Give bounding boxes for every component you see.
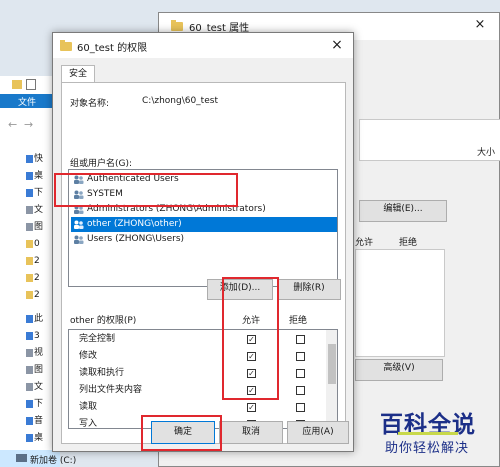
user-row[interactable]: Authenticated Users: [71, 172, 337, 187]
cancel-button[interactable]: 取消: [219, 421, 283, 444]
explorer-window: 文件 ← → 快桌下文图0222此3视图文下音桌 新加卷 (C:): [0, 76, 76, 467]
folder-icon: [26, 240, 33, 248]
folder-icon: [26, 257, 33, 265]
back-arrow-icon[interactable]: ←: [8, 118, 17, 131]
computer-icon: [26, 315, 33, 323]
document-icon: [26, 383, 33, 391]
group-label: 组或用户名(G):: [70, 159, 133, 169]
allow-checkbox[interactable]: ✓: [247, 335, 256, 344]
watermark-bar: [398, 432, 458, 435]
object-name-value: C:\zhong\60_test: [142, 96, 218, 106]
user-name: SYSTEM: [87, 189, 123, 199]
checklist-icon[interactable]: [26, 79, 36, 90]
folder-icon: [171, 20, 183, 31]
permissions-list: 写入✓读取✓列出文件夹内容✓读取和执行✓修改✓完全控制✓: [68, 329, 338, 429]
watermark-sub: 助你轻松解决: [385, 441, 470, 456]
drive-label: 新加卷 (C:): [30, 456, 77, 466]
allow-checkbox[interactable]: ✓: [247, 403, 256, 412]
drive-icon: [16, 454, 27, 462]
deny-checkbox[interactable]: [296, 352, 305, 361]
desktop-icon: [26, 172, 33, 180]
user-group-icon: [73, 205, 84, 214]
star-icon: [26, 155, 33, 163]
user-group-icon: [73, 235, 84, 244]
music-icon: [26, 417, 33, 425]
user-name: other (ZHONG\other): [87, 219, 182, 229]
allow-checkbox[interactable]: ✓: [247, 352, 256, 361]
forward-arrow-icon[interactable]: →: [24, 118, 33, 131]
permission-name: 读取: [79, 402, 98, 412]
object-name-label: 对象名称:: [70, 99, 110, 109]
user-row[interactable]: other (ZHONG\other): [71, 217, 337, 232]
user-name: Administrators (ZHONG\Administrators): [87, 204, 266, 214]
close-icon[interactable]: ×: [465, 17, 495, 35]
user-row[interactable]: Users (ZHONG\Users): [71, 232, 337, 247]
deny-checkbox[interactable]: [296, 335, 305, 344]
perm-scrollbar[interactable]: [326, 330, 337, 428]
user-group-icon: [73, 220, 84, 229]
user-name: Users (ZHONG\Users): [87, 234, 185, 244]
explorer-ribbon: 文件: [0, 94, 60, 108]
desktop-icon: [26, 434, 33, 442]
props-allow-header: 允许: [355, 238, 374, 248]
size-header: 大小: [477, 148, 496, 158]
permission-name: 读取和执行: [79, 368, 125, 378]
user-name: Authenticated Users: [87, 174, 179, 184]
dialog-titlebar: 60_test 的权限 ×: [53, 33, 353, 58]
permission-name: 写入: [79, 419, 98, 429]
tab-security[interactable]: 安全: [61, 65, 95, 83]
props-deny-header: 拒绝: [399, 238, 418, 248]
ok-button[interactable]: 确定: [151, 421, 215, 444]
dialog-title: 60_test 的权限: [77, 43, 148, 54]
folder-icon: [26, 274, 33, 282]
ribbon-tab-file[interactable]: 文件: [18, 98, 36, 108]
dialog-close-icon[interactable]: ×: [323, 36, 351, 54]
permission-name: 列出文件夹内容: [79, 385, 143, 395]
perm-label: other 的权限(P): [70, 316, 137, 326]
apply-button[interactable]: 应用(A): [287, 421, 349, 444]
deny-checkbox[interactable]: [296, 369, 305, 378]
allow-checkbox[interactable]: ✓: [247, 386, 256, 395]
deny-checkbox[interactable]: [296, 386, 305, 395]
document-icon: [26, 206, 33, 214]
allow-header: 允许: [242, 316, 261, 326]
picture-icon: [26, 223, 33, 231]
drive-row[interactable]: 新加卷 (C:): [0, 450, 76, 467]
permission-row: 列出文件夹内容 ✓: [69, 382, 324, 399]
permission-row: 修改 ✓: [69, 348, 324, 365]
user-group-icon: [73, 175, 84, 184]
explorer-nav-tree: 快桌下文图0222此3视图文下音桌: [0, 152, 60, 452]
props-perm-list: [355, 249, 445, 357]
props-advanced-button[interactable]: 高级(V): [355, 359, 443, 381]
deny-header: 拒绝: [289, 316, 308, 326]
props-edit-button[interactable]: 编辑(E)...: [359, 200, 447, 222]
cube-icon: [26, 332, 33, 340]
add-button[interactable]: 添加(D)...: [207, 279, 273, 300]
user-row[interactable]: SYSTEM: [71, 187, 337, 202]
user-row[interactable]: Administrators (ZHONG\Administrators): [71, 202, 337, 217]
permission-row: 读取和执行 ✓: [69, 365, 324, 382]
folder-icon: [60, 40, 72, 51]
allow-checkbox[interactable]: ✓: [247, 369, 256, 378]
permission-row: 完全控制 ✓: [69, 331, 324, 348]
remove-button[interactable]: 删除(R): [277, 279, 341, 300]
video-icon: [26, 349, 33, 357]
explorer-app-icon: [12, 80, 22, 89]
download-icon: [26, 400, 33, 408]
permission-name: 完全控制: [79, 334, 116, 344]
permission-name: 修改: [79, 351, 98, 361]
permission-row: 读取 ✓: [69, 399, 324, 416]
download-icon: [26, 189, 33, 197]
folder-icon: [26, 291, 33, 299]
picture-icon: [26, 366, 33, 374]
deny-checkbox[interactable]: [296, 403, 305, 412]
explorer-nav-buttons: ← →: [0, 108, 60, 138]
perm-scroll-thumb[interactable]: [328, 344, 336, 384]
explorer-titlebar: [0, 76, 60, 94]
security-tab-panel: 对象名称: C:\zhong\60_test 组或用户名(G): Authent…: [61, 82, 346, 444]
users-list[interactable]: Authenticated Users SYSTEM Administrators …: [68, 169, 338, 287]
user-group-icon: [73, 190, 84, 199]
permissions-dialog: 60_test 的权限 × 安全 对象名称: C:\zhong\60_test …: [52, 32, 354, 452]
